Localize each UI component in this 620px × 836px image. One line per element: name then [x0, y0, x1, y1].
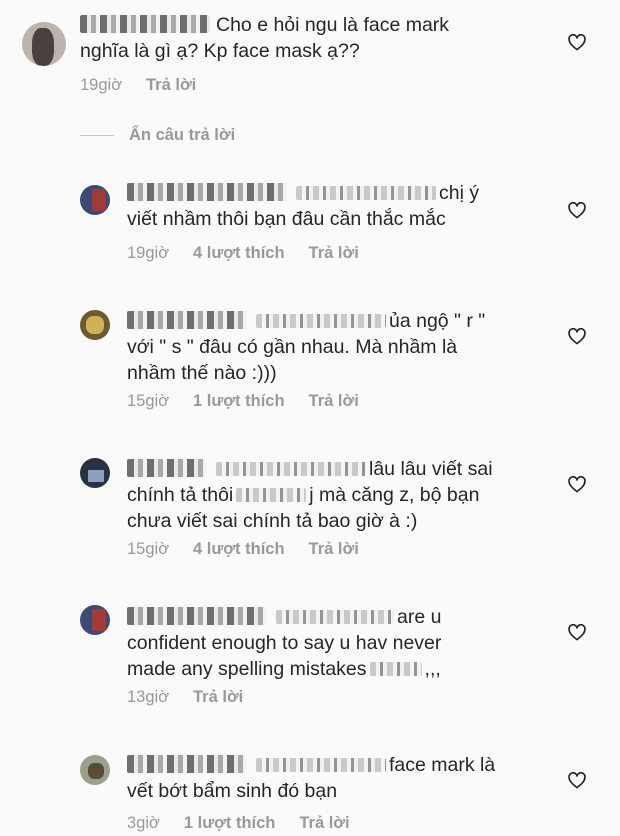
comment-time: 19giờ: [127, 244, 170, 262]
avatar[interactable]: [80, 185, 110, 215]
hide-replies-label: Ẩn câu trả lời: [129, 126, 236, 144]
avatar[interactable]: [22, 22, 66, 66]
avatar[interactable]: [80, 605, 110, 635]
comment-time: 3giờ: [127, 814, 160, 832]
comment-text-line: ủa ngộ " r ": [389, 310, 486, 332]
comment-meta: 15giờ 1 lượt thích Trả lời: [127, 392, 383, 411]
avatar[interactable]: [80, 310, 110, 340]
reply-button[interactable]: Trả lời: [309, 244, 359, 262]
comment-text-line: ,,,: [424, 658, 441, 680]
comment-meta: 15giờ 4 lượt thích Trả lời: [127, 540, 383, 559]
comment-meta: 13giờ Trả lời: [127, 688, 267, 707]
likes-count[interactable]: 1 lượt thích: [184, 814, 276, 832]
comment-time: 13giờ: [127, 688, 170, 706]
avatar[interactable]: [80, 458, 110, 488]
comment-text-line: vết bớt bẩm sinh đó bạn: [127, 780, 338, 802]
comment-text-line: lâu lâu viết sai: [369, 458, 493, 480]
username[interactable]: [127, 183, 287, 201]
reply-button[interactable]: Trả lời: [193, 688, 243, 706]
likes-count[interactable]: 4 lượt thích: [193, 540, 285, 558]
username[interactable]: [127, 755, 247, 773]
reply-button[interactable]: Trả lời: [299, 814, 349, 832]
heart-icon[interactable]: [568, 328, 586, 345]
comment-time: 15giờ: [127, 540, 170, 558]
comment-text-line: confident enough to say u hav never: [127, 632, 442, 654]
comment-meta: 19giờ Trả lời: [80, 76, 220, 95]
heart-icon[interactable]: [568, 624, 586, 641]
username[interactable]: [127, 311, 247, 329]
heart-icon[interactable]: [568, 34, 586, 51]
heart-icon[interactable]: [568, 476, 586, 493]
comment-text: chị ý viết nhầm thôi bạn đâu cần thắc mắ…: [127, 180, 479, 232]
comment-text-line: made any spelling mistakes: [127, 658, 367, 680]
heart-icon[interactable]: [568, 202, 586, 219]
heart-icon[interactable]: [568, 772, 586, 789]
comment-text-line: nhầm thế nào :))): [127, 362, 277, 384]
reply-button[interactable]: Trả lời: [309, 392, 359, 410]
comment-meta: 19giờ 4 lượt thích Trả lời: [127, 244, 383, 263]
comment-time: 19giờ: [80, 76, 123, 94]
comment-text: are u confident enough to say u hav neve…: [127, 604, 441, 682]
comment-text-line: với " s " đâu có gần nhau. Mà nhầm là: [127, 336, 458, 358]
comment-text-line: j mà căng z, bộ bạn: [309, 484, 480, 506]
comment-text-line: chưa viết sai chính tả bao giờ à :): [127, 510, 418, 532]
comment-text-line: are u: [397, 606, 442, 628]
comment-text-line: chính tả thôi: [127, 484, 234, 506]
comment-text: face mark là vết bớt bẩm sinh đó bạn: [127, 752, 495, 804]
comment-text-line: chị ý: [439, 182, 480, 204]
username[interactable]: [80, 15, 210, 33]
comment-text-line: Cho e hỏi ngu là face mark: [216, 14, 450, 36]
comment-text-line: face mark là: [389, 754, 496, 776]
comment-text-line: nghĩa là gì ạ? Kp face mask ạ??: [80, 40, 360, 62]
hide-replies-button[interactable]: Ẩn câu trả lời: [80, 126, 235, 152]
comment-text: Cho e hỏi ngu là face mark nghĩa là gì ạ…: [80, 12, 449, 64]
comment-text: lâu lâu viết sai chính tả thôi j mà căng …: [127, 456, 493, 534]
comment-text: ủa ngộ " r " với " s " đâu có gần nhau. …: [127, 308, 485, 386]
comment-text-line: viết nhầm thôi bạn đâu cần thắc mắc: [127, 208, 446, 230]
username[interactable]: [127, 459, 207, 477]
likes-count[interactable]: 1 lượt thích: [193, 392, 285, 410]
username[interactable]: [127, 607, 267, 625]
reply-button[interactable]: Trả lời: [309, 540, 359, 558]
likes-count[interactable]: 4 lượt thích: [193, 244, 285, 262]
comment-time: 15giờ: [127, 392, 170, 410]
reply-button[interactable]: Trả lời: [146, 76, 196, 94]
divider: [80, 135, 114, 137]
avatar[interactable]: [80, 755, 110, 785]
comment-meta: 3giờ 1 lượt thích Trả lời: [127, 814, 374, 833]
